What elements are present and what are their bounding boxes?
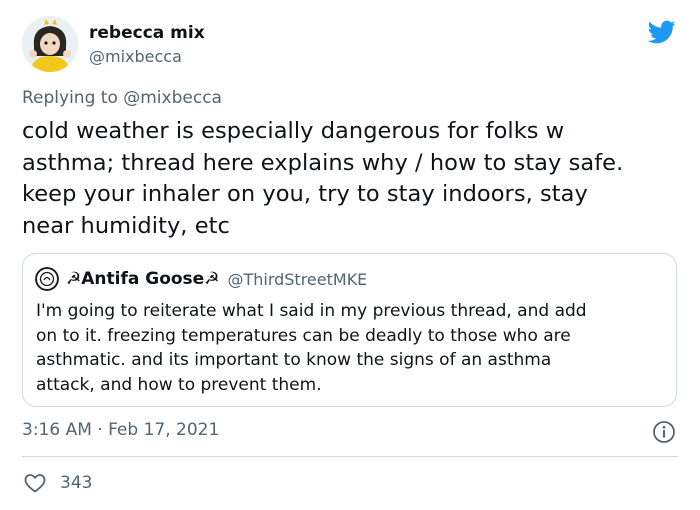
avatar-illustration [22,16,78,72]
info-icon[interactable] [652,420,676,444]
author-names: rebecca mix @mixbecca [89,22,205,68]
like-action[interactable]: 343 [22,470,92,496]
twitter-bird-icon[interactable] [646,18,678,46]
author-display-name[interactable]: rebecca mix [89,22,205,44]
tweet-header: rebecca mix @mixbecca [22,16,678,74]
tweet-card: rebecca mix @mixbecca Replying to @mixbe… [0,0,700,510]
quoted-tweet-text: I'm going to reiterate what I said in my… [36,301,587,395]
replying-to-mention[interactable]: @mixbecca [123,88,222,108]
replying-to: Replying to @mixbecca [22,86,222,110]
divider [22,456,678,457]
heart-icon[interactable] [22,471,48,495]
quoted-tweet-header: ☭Antifa Goose☭ @ThirdStreetMKE [35,266,367,292]
avatar[interactable] [22,16,78,72]
like-count: 343 [60,473,93,493]
replying-to-prefix: Replying to [22,88,118,108]
quoted-handle[interactable]: @ThirdStreetMKE [227,270,367,289]
tweet-text: cold weather is especially dangerous for… [22,118,624,239]
author-handle[interactable]: @mixbecca [89,46,205,68]
quoted-tweet[interactable]: ☭Antifa Goose☭ @ThirdStreetMKE I'm going… [22,253,677,407]
quoted-avatar [35,267,59,291]
quoted-display-name[interactable]: ☭Antifa Goose☭ [66,269,219,289]
tweet-timestamp[interactable]: 3:16 AM · Feb 17, 2021 [22,418,219,442]
